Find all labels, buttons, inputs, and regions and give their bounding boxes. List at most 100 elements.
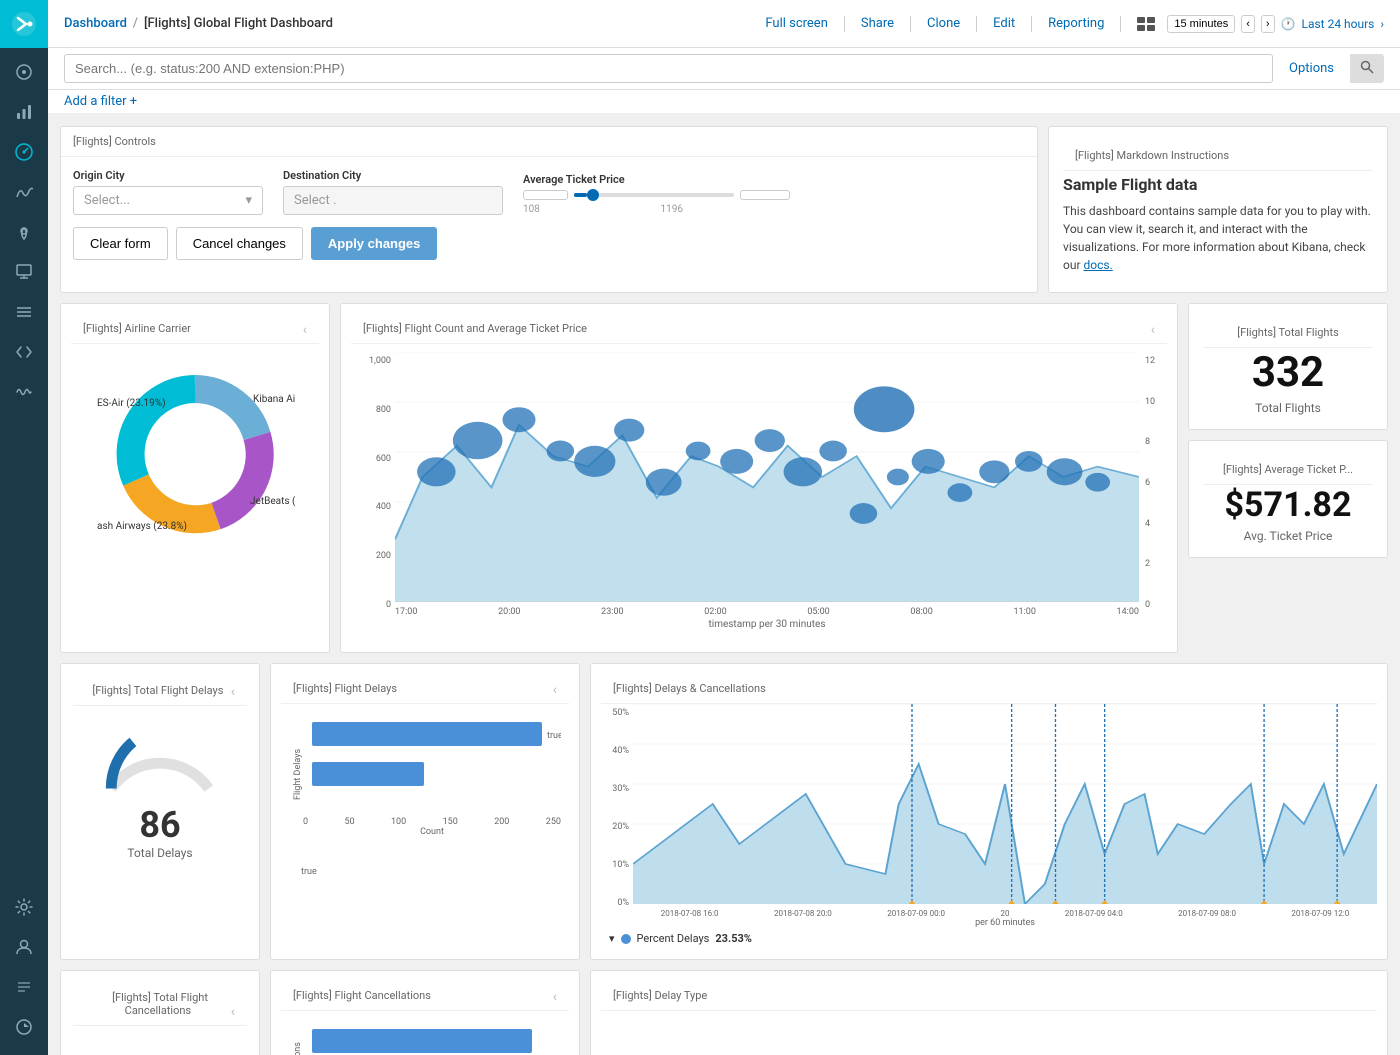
panel-toggle[interactable]	[1137, 17, 1155, 31]
row-bottom2: [Flights] Total Flight Cancellations ‹ 4…	[60, 970, 1388, 1055]
dest-city-select[interactable]: Select .	[283, 186, 503, 215]
sidebar-icon-logs[interactable]	[0, 967, 48, 1007]
search-input[interactable]	[64, 54, 1273, 83]
topbar-actions: Full screen Share Clone Edit Reporting	[765, 16, 1155, 32]
sidebar-icon-discover[interactable]	[0, 52, 48, 92]
sidebar-icon-visualize[interactable]	[0, 92, 48, 132]
delays-chart-svg	[633, 704, 1377, 904]
flight-count-panel: [Flights] Flight Count and Average Ticke…	[340, 303, 1178, 653]
apply-changes-button[interactable]: Apply changes	[311, 227, 437, 260]
legend-label: Percent Delays	[637, 932, 710, 945]
flight-delays-gear-icon[interactable]: ‹	[553, 682, 557, 698]
avg-ticket-price-panel: [Flights] Average Ticket P... $571.82 Av…	[1188, 440, 1388, 558]
topbar: Dashboard / [Flights] Global Flight Dash…	[48, 0, 1400, 48]
chart-main: 17:0020:0023:0002:0005:0008:0011:0014:00…	[395, 352, 1139, 630]
flight-delays-row-labels: true	[281, 845, 569, 877]
flight-cancellations-y-label: Flight Cancellations	[289, 1019, 303, 1055]
delays-x-sublabel: per 60 minutes	[633, 918, 1377, 928]
slider-max-label: 1196	[661, 204, 683, 215]
total-flights-count: 332	[1203, 348, 1373, 397]
total-flights-title: [Flights] Total Flights	[1203, 318, 1373, 348]
flight-delays-x-label: Count	[303, 827, 561, 837]
sidebar-icon-timelion[interactable]	[0, 172, 48, 212]
delays-cancellations-panel: [Flights] Delays & Cancellations 50%40%3…	[590, 663, 1388, 960]
origin-city-placeholder: Select...	[84, 193, 130, 208]
main-content: Dashboard / [Flights] Global Flight Dash…	[48, 0, 1400, 1055]
controls-fields: Origin City Select... ▾ Destination City…	[73, 169, 1025, 215]
total-flights-label: Total Flights	[1203, 401, 1373, 415]
airline-carrier-gear-icon[interactable]: ‹	[303, 322, 307, 338]
sidebar-icon-infrastructure[interactable]	[0, 292, 48, 332]
flight-cancellations-panel: [Flights] Flight Cancellations ‹ Flight …	[270, 970, 580, 1055]
delay-type-panel: [Flights] Delay Type	[590, 970, 1388, 1055]
delays-gauge-svg	[95, 716, 225, 796]
sidebar-icon-monitoring[interactable]	[0, 372, 48, 412]
flight-delays-x-labels: 050100150200250	[303, 817, 561, 827]
add-filter-button[interactable]: Add a filter +	[64, 94, 137, 109]
price-slider-track[interactable]	[574, 193, 734, 197]
markdown-heading: Sample Flight data	[1063, 175, 1373, 194]
flight-delays-panel: [Flights] Flight Delays ‹ Flight Delays …	[270, 663, 580, 960]
sidebar-icon-management[interactable]	[0, 887, 48, 927]
dest-city-placeholder: Select .	[294, 193, 336, 208]
airline-carrier-title: [Flights] Airline Carrier ‹	[71, 314, 319, 344]
total-cancellations-title: [Flights] Total Flight Cancellations ‹	[73, 983, 247, 1026]
total-cancellations-gear-icon[interactable]: ‹	[231, 1004, 235, 1020]
origin-city-select[interactable]: Select... ▾	[73, 186, 263, 215]
cancel-changes-button[interactable]: Cancel changes	[176, 227, 303, 260]
dest-city-field: Destination City Select .	[283, 169, 503, 215]
time-range-label[interactable]: Last 24 hours	[1302, 17, 1375, 31]
edit-button[interactable]: Edit	[993, 16, 1015, 31]
flight-delays-true-label: true	[301, 867, 569, 877]
clone-button[interactable]: Clone	[927, 16, 960, 31]
delays-cancellations-title: [Flights] Delays & Cancellations	[601, 674, 1377, 704]
markdown-body: This dashboard contains sample data for …	[1063, 202, 1373, 274]
breadcrumb-root[interactable]: Dashboard	[64, 16, 127, 31]
sidebar	[0, 0, 48, 1055]
flight-cancellations-gear-icon[interactable]: ‹	[553, 989, 557, 1005]
sidebar-icon-canvas[interactable]	[0, 252, 48, 292]
search-submit-button[interactable]	[1350, 54, 1384, 83]
total-delays-sub-label: Total Delays	[73, 846, 247, 860]
prev-time-button[interactable]: ‹	[1241, 15, 1255, 33]
y-axis-right: 121086420	[1139, 352, 1159, 630]
flight-delays-chart-body: Flight Delays true 050100150200250 Co	[281, 704, 569, 845]
time-range-expand-icon[interactable]: ›	[1380, 17, 1384, 31]
svg-text:ash Airways (23.8%): ash Airways (23.8%)	[97, 520, 187, 532]
total-flights-panel: [Flights] Total Flights 332 Total Flight…	[1188, 303, 1388, 430]
origin-city-label: Origin City	[73, 169, 263, 182]
total-delays-gear-icon[interactable]: ‹	[231, 684, 235, 700]
sidebar-icon-apm[interactable]	[0, 1007, 48, 1047]
legend-expand-icon[interactable]: ▾	[609, 932, 615, 945]
dest-city-label: Destination City	[283, 169, 503, 182]
searchbar: Options	[48, 48, 1400, 90]
interval-selector[interactable]: 15 minutes	[1167, 15, 1235, 33]
x-axis-labels: 17:0020:0023:0002:0005:0008:0011:0014:00	[395, 607, 1139, 617]
flight-cancellations-svg	[303, 1019, 561, 1055]
fullscreen-button[interactable]: Full screen	[765, 16, 828, 31]
markdown-content: Sample Flight data This dashboard contai…	[1063, 171, 1373, 278]
slider-min-label: 108	[523, 204, 540, 215]
sidebar-icon-dashboard[interactable]	[0, 132, 48, 172]
legend-value: 23.53%	[715, 932, 752, 945]
clear-form-button[interactable]: Clear form	[73, 227, 168, 260]
origin-city-field: Origin City Select... ▾	[73, 169, 263, 215]
total-delays-title: [Flights] Total Flight Delays ‹	[73, 676, 247, 706]
delays-legend: ▾ Percent Delays 23.53%	[601, 928, 1377, 949]
breadcrumb: Dashboard / [Flights] Global Flight Dash…	[64, 16, 333, 31]
sidebar-icon-user[interactable]	[0, 927, 48, 967]
sidebar-icon-dev-tools[interactable]	[0, 332, 48, 372]
sidebar-icon-maps[interactable]	[0, 212, 48, 252]
app-logo[interactable]	[0, 0, 48, 48]
flight-count-gear-icon[interactable]: ‹	[1151, 322, 1155, 338]
markdown-docs-link[interactable]: docs.	[1084, 258, 1113, 272]
reporting-button[interactable]: Reporting	[1048, 16, 1104, 31]
donut-chart-container: Kibana Airlines (27.41%) JetBeats (25.6%…	[71, 344, 319, 554]
search-options-button[interactable]: Options	[1281, 61, 1342, 76]
share-button[interactable]: Share	[861, 16, 894, 31]
next-time-button[interactable]: ›	[1261, 15, 1275, 33]
flight-delays-title: [Flights] Flight Delays ‹	[281, 674, 569, 704]
svg-text:Kibana Airlines (27.41%): Kibana Airlines (27.41%)	[253, 393, 295, 405]
total-delays-count: 86	[73, 804, 247, 846]
delays-chart-area: 2018-07-08 16:02018-07-08 20:02018-07-09…	[633, 704, 1377, 928]
